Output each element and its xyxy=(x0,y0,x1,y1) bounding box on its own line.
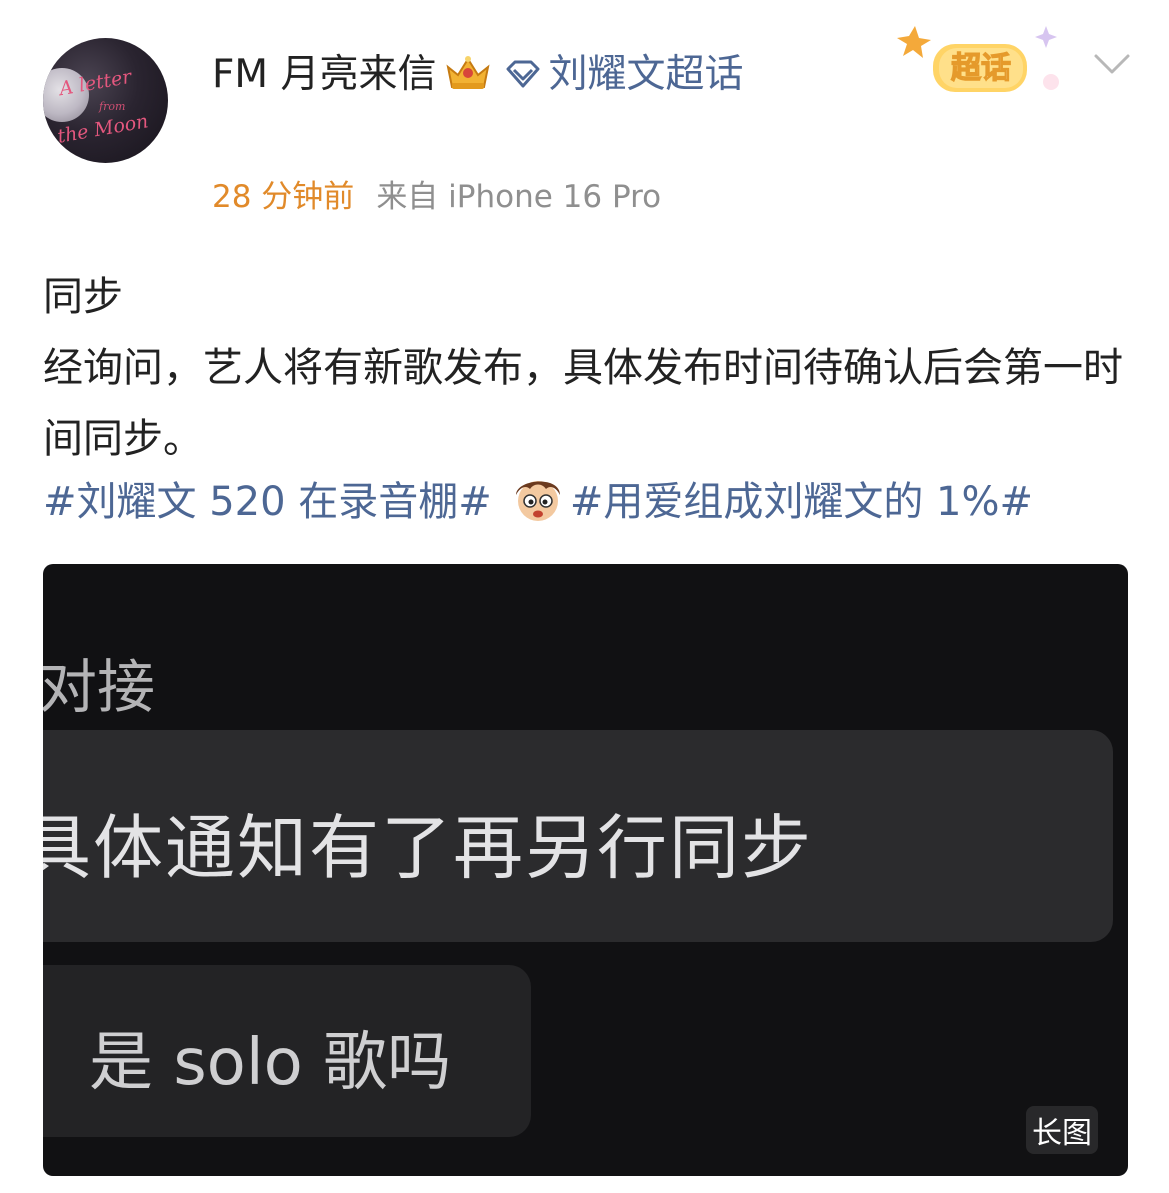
diamond-icon xyxy=(506,60,540,88)
post-text: 同步 经询问，艺人将有新歌发布，具体发布时间待确认后会第一时间同步。 xyxy=(43,262,1133,475)
avatar[interactable]: A letter from the Moon xyxy=(43,38,168,163)
chevron-down-icon[interactable] xyxy=(1092,50,1132,78)
hashtag-row: #刘耀文 520 在录音棚# #用爱组成刘耀文的 1%# xyxy=(43,470,1143,534)
crown-icon xyxy=(446,56,491,89)
username-link[interactable]: FM 月亮来信 xyxy=(212,52,436,97)
avatar-text-line-2: from xyxy=(99,100,126,113)
post-time: 28 分钟前 xyxy=(212,179,355,215)
post-image[interactable]: 对接 具体通知有了再另行同步 是 solo 歌吗 长图 xyxy=(43,564,1128,1176)
post-meta: 28 分钟前 来自 iPhone 16 Pro xyxy=(212,176,661,218)
hashtag-link[interactable]: #刘耀文 520 在录音棚# xyxy=(43,479,492,525)
chat-bubble-1: 具体通知有了再另行同步 xyxy=(43,730,1113,942)
post-source: 来自 iPhone 16 Pro xyxy=(376,179,662,215)
long-image-label: 长图 xyxy=(1026,1106,1098,1154)
badge-label: 超话 xyxy=(951,51,1011,86)
chat-bubble-2: 是 solo 歌吗 xyxy=(43,965,531,1137)
post-header-line: FM 月亮来信 刘耀文超话 xyxy=(212,44,812,106)
supertopic-badge-icon[interactable]: 超话 xyxy=(895,22,1075,102)
post-text-line: 经询问，艺人将有新歌发布，具体发布时间待确认后会第一时间同步。 xyxy=(43,345,1123,462)
emoji-face-icon xyxy=(515,481,560,521)
image-text-top: 对接 xyxy=(43,653,156,721)
supertopic-link[interactable]: 刘耀文超话 xyxy=(548,52,743,97)
chat-bubble-1-text: 具体通知有了再另行同步 xyxy=(43,807,813,889)
weibo-post: A letter from the Moon FM 月亮来信 刘耀文超话 28 … xyxy=(0,0,1169,1193)
post-text-line: 同步 xyxy=(43,274,123,320)
chat-bubble-2-text: 是 solo 歌吗 xyxy=(89,1026,452,1100)
hashtag-link[interactable]: #用爱组成刘耀文的 1%# xyxy=(570,479,1033,525)
